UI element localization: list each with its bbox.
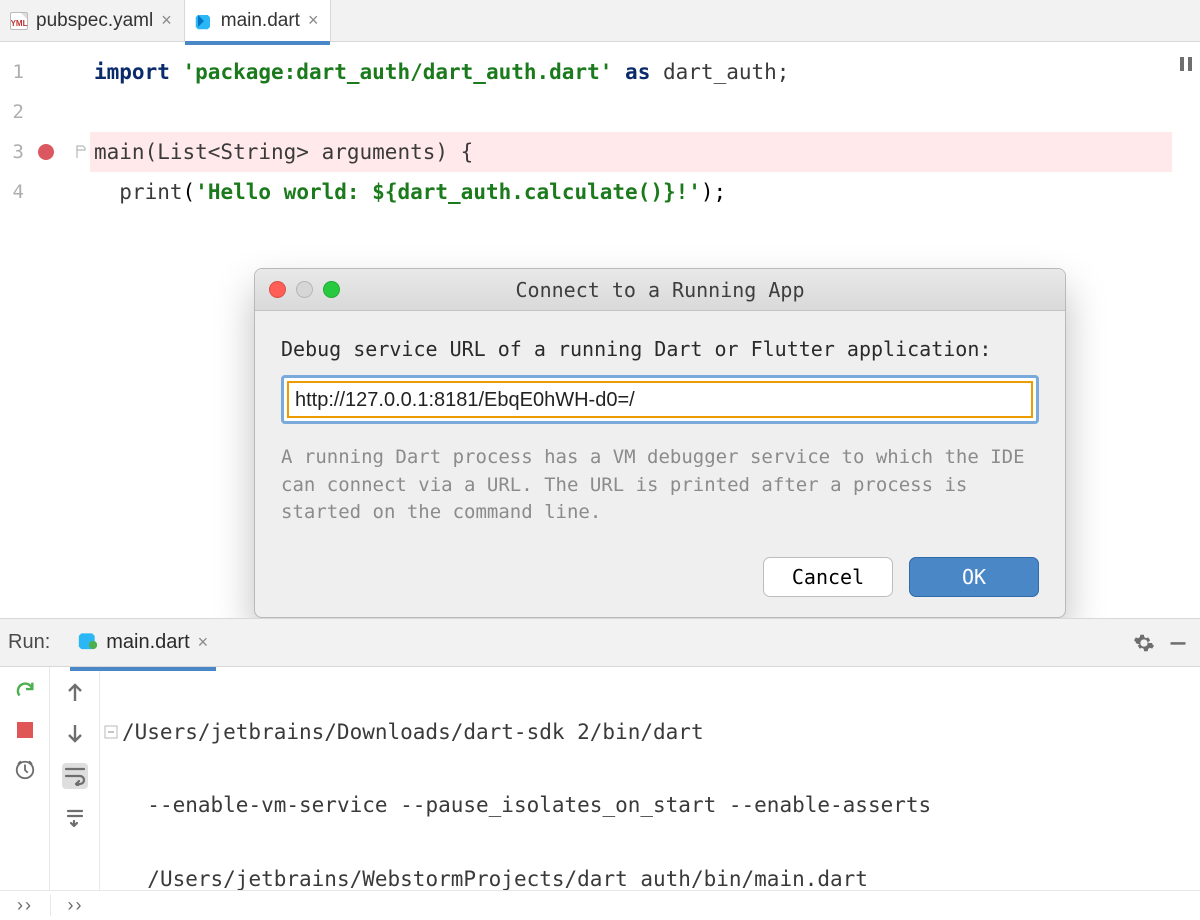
console-text: /Users/jetbrains/WebstormProjects/dart_a… [147,861,868,890]
run-tab-main-dart[interactable]: main.dart × [70,624,216,662]
string: 'package:dart_auth/dart_auth.dart' [183,60,613,84]
close-window-icon[interactable] [269,281,286,298]
more-actions-icon[interactable]: ›› [50,895,100,916]
debug-url-input[interactable] [295,389,1025,412]
url-input-highlight [287,381,1033,418]
console-text: /Users/jetbrains/Downloads/dart-sdk 2/bi… [122,714,704,751]
code-text: ); [701,180,726,204]
tab-pubspec[interactable]: YML pubspec.yaml × [0,0,185,41]
line-number: 2 [0,101,30,123]
code-content[interactable]: import 'package:dart_auth/dart_auth.dart… [90,42,1172,618]
dump-threads-icon[interactable] [12,757,38,783]
run-tool-window: Run: main.dart × [0,618,1200,920]
window-controls [269,281,340,298]
dialog-help-text: A running Dart process has a VM debugger… [281,444,1039,527]
identifier: print [119,180,182,204]
run-header: Run: main.dart × [0,619,1200,667]
editor-tabs-bar: YML pubspec.yaml × main.dart × [0,0,1200,42]
line-number: 3 [0,141,30,163]
tab-main-dart[interactable]: main.dart × [185,0,332,41]
dialog-titlebar[interactable]: Connect to a Running App [255,269,1065,311]
code-editor[interactable]: 1 2 3 4 import 'package:dart_auth/dart_a… [0,42,1200,618]
run-title: Run: [4,631,50,654]
minimize-window-icon [296,281,313,298]
code-text: (List<String> arguments) { [145,140,474,164]
close-icon[interactable]: × [308,10,319,31]
run-console[interactable]: /Users/jetbrains/Downloads/dart-sdk 2/bi… [100,667,1200,890]
stop-icon[interactable] [12,717,38,743]
button-label: OK [962,565,986,589]
dart-run-icon [78,630,98,656]
fold-icon[interactable] [74,145,88,159]
minimize-icon[interactable] [1166,631,1190,655]
yaml-file-icon: YML [10,12,28,30]
dart-file-icon [195,12,213,30]
editor-gutter: 1 2 3 4 [0,42,90,618]
dialog-button-row: Cancel OK [281,557,1039,597]
fold-icon[interactable] [104,725,120,739]
url-input-focus-ring [281,375,1039,424]
dialog-title: Connect to a Running App [255,278,1065,302]
button-label: Cancel [792,565,864,589]
zoom-window-icon[interactable] [323,281,340,298]
cancel-button[interactable]: Cancel [763,557,893,597]
tab-label: main.dart [221,10,300,32]
up-arrow-icon[interactable] [62,679,88,705]
identifier: main [94,140,145,164]
close-icon[interactable]: × [198,632,209,653]
more-actions-icon[interactable]: ›› [0,895,50,916]
keyword: import [94,60,170,84]
code-text: ( [183,180,196,204]
breakpoint-marker[interactable] [38,144,54,160]
scroll-to-end-icon[interactable] [62,805,88,831]
tab-label: pubspec.yaml [36,10,153,32]
close-icon[interactable]: × [161,10,172,31]
run-body: /Users/jetbrains/Downloads/dart-sdk 2/bi… [0,667,1200,890]
run-tab-label: main.dart [106,631,189,654]
string: 'Hello world: ${dart_auth.calculate()}!' [195,180,701,204]
line-number: 4 [0,181,30,203]
keyword: as [625,60,650,84]
dialog-field-label: Debug service URL of a running Dart or F… [281,337,1039,361]
dialog-body: Debug service URL of a running Dart or F… [255,311,1065,617]
soft-wrap-icon[interactable] [62,763,88,789]
connect-running-app-dialog: Connect to a Running App Debug service U… [254,268,1066,618]
toolbar-overflow-row: ›› ›› [0,890,1200,920]
console-text: --enable-vm-service --pause_isolates_on_… [147,787,931,824]
line-number: 1 [0,61,30,83]
pause-icon[interactable] [1178,56,1194,75]
rerun-icon[interactable] [12,677,38,703]
editor-right-gutter [1172,42,1200,618]
down-arrow-icon[interactable] [62,721,88,747]
identifier: dart_auth; [663,60,789,84]
ok-button[interactable]: OK [909,557,1039,597]
run-second-toolbar [50,667,100,890]
run-left-toolbar [0,667,50,890]
gear-icon[interactable] [1132,631,1156,655]
